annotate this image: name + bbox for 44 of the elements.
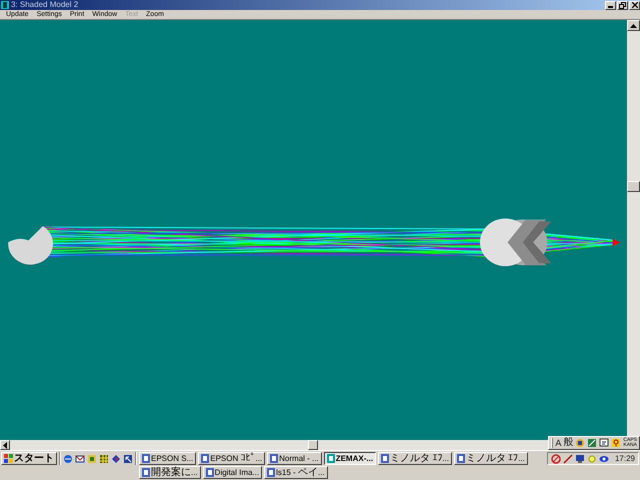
- browser-icon[interactable]: [63, 454, 73, 464]
- start-button[interactable]: スタート: [1, 452, 57, 465]
- window-icon: [456, 454, 465, 463]
- vertical-scrollbar[interactable]: [627, 20, 640, 436]
- up-arrow-icon: [630, 24, 637, 28]
- taskbar-button[interactable]: ls15 - ペイ...: [264, 466, 328, 479]
- scroll-up-button[interactable]: [627, 20, 640, 31]
- scroll-thumb[interactable]: [627, 181, 640, 192]
- taskbar-button[interactable]: ミノルタ ｴﾌ...: [378, 452, 452, 465]
- restore-button[interactable]: [617, 0, 628, 10]
- eye-icon[interactable]: [598, 454, 609, 464]
- scroll-thumb[interactable]: [308, 440, 318, 450]
- taskbar-button[interactable]: Digital Ima...: [202, 466, 262, 479]
- taskbar-button[interactable]: ミノルタ ｴﾌ...: [454, 452, 528, 465]
- close-button[interactable]: [629, 0, 640, 10]
- app-icon: [1, 1, 9, 9]
- taskbar-button[interactable]: ZEMAX-...: [324, 452, 376, 465]
- taskbar-button[interactable]: EPSON S...: [139, 452, 196, 465]
- monitor-icon[interactable]: [574, 454, 585, 464]
- taskbar-button[interactable]: Normal - ...: [267, 452, 322, 465]
- horizontal-scrollbar[interactable]: [0, 440, 548, 450]
- scroll-left-button[interactable]: [0, 440, 10, 450]
- flag-icon: [4, 454, 13, 463]
- help-icon[interactable]: [611, 438, 622, 448]
- properties-icon[interactable]: [599, 438, 610, 448]
- minimize-button[interactable]: [605, 0, 616, 10]
- dictionary-icon[interactable]: [587, 438, 598, 448]
- window-title: 3: Shaded Model 2: [11, 0, 78, 10]
- window-icon: [326, 454, 335, 463]
- window-icon: [381, 454, 390, 463]
- left-arrow-icon: [3, 442, 7, 448]
- close-icon: [632, 2, 638, 8]
- arrow-icon[interactable]: [123, 454, 133, 464]
- pad-icon[interactable]: [575, 438, 586, 448]
- mail-icon[interactable]: [75, 454, 85, 464]
- input-mode-button[interactable]: A: [555, 437, 562, 449]
- taskbar-button[interactable]: EPSON ｺﾋﾟ...: [198, 452, 266, 465]
- clock: 17:29: [614, 452, 635, 464]
- conversion-mode-button[interactable]: 般: [563, 437, 574, 449]
- pen-icon[interactable]: [562, 454, 573, 464]
- taskbar-button[interactable]: 開発案に...: [139, 466, 201, 479]
- grid-icon[interactable]: [99, 454, 109, 464]
- no-entry-icon[interactable]: [550, 454, 561, 464]
- shortcut-icon[interactable]: [111, 454, 121, 464]
